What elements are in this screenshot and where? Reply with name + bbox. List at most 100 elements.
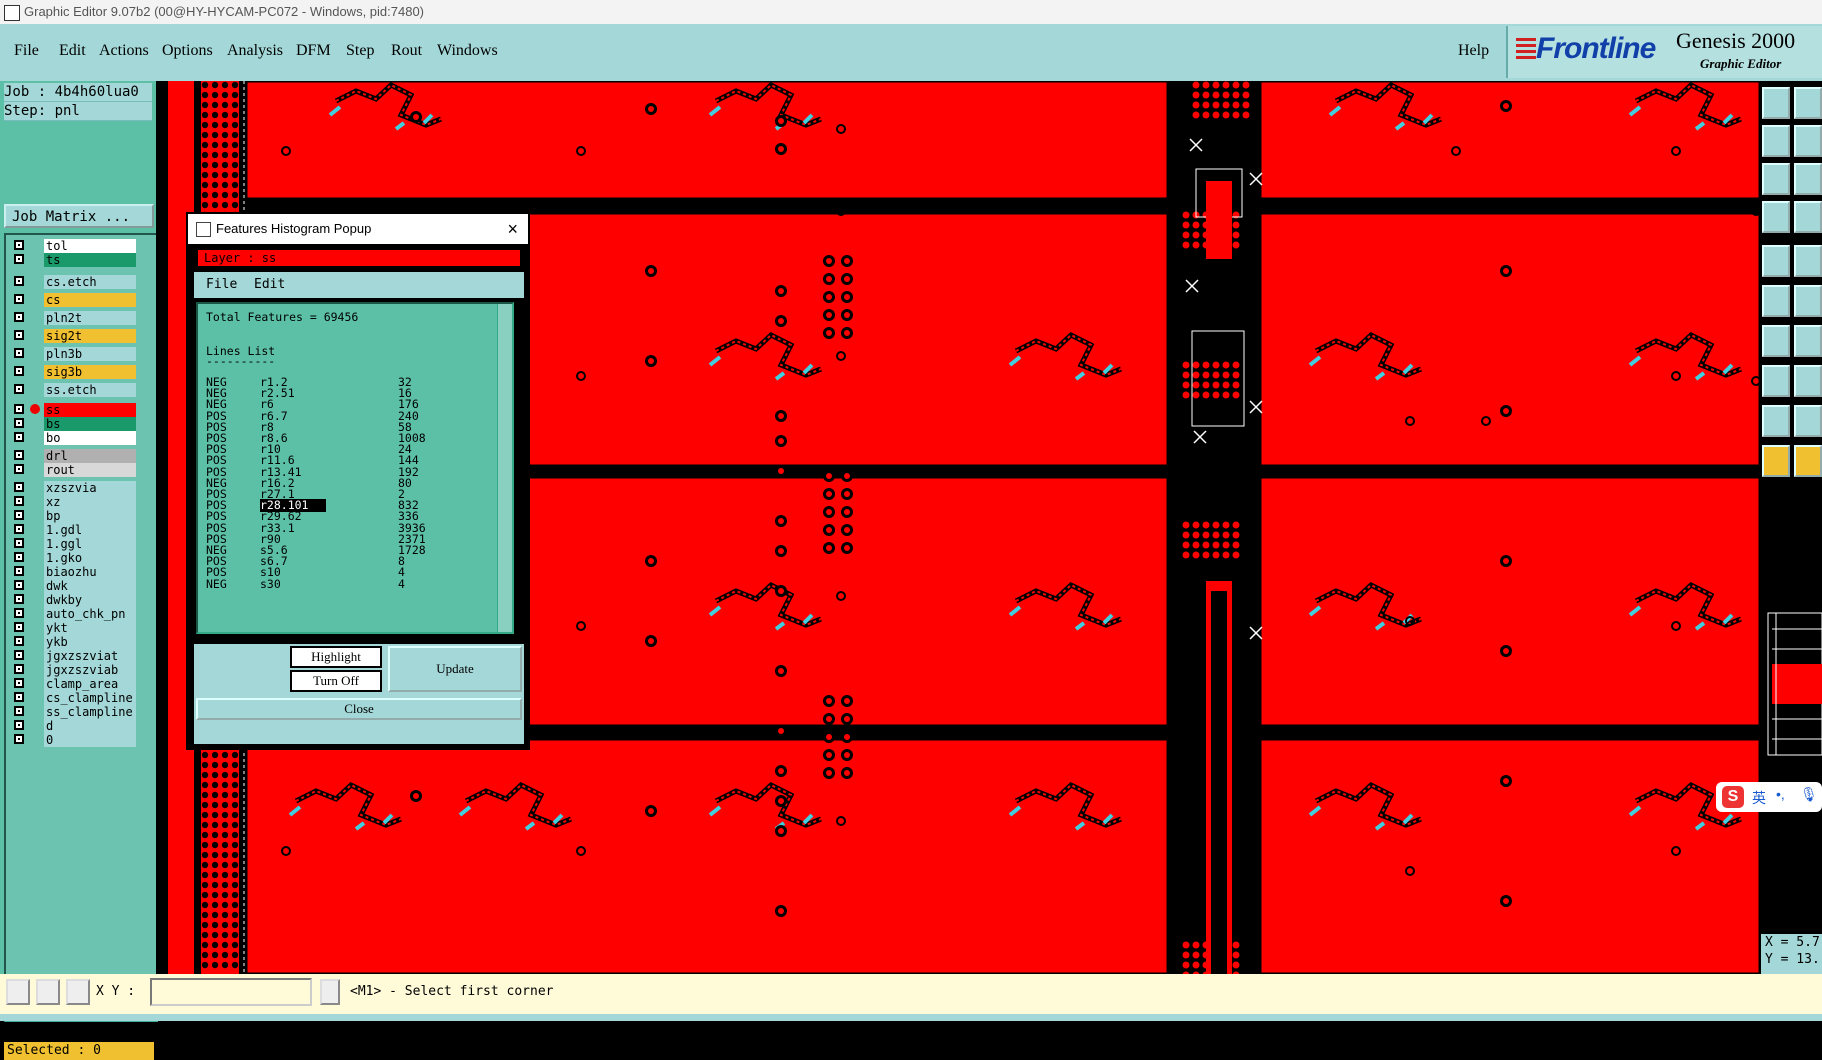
layer-checkbox[interactable] — [14, 552, 24, 562]
shapes-icon[interactable] — [1762, 365, 1790, 397]
update-button[interactable]: Update — [388, 646, 522, 692]
layer-checkbox[interactable] — [14, 366, 24, 376]
layer-row[interactable]: d — [10, 719, 154, 733]
layer-checkbox[interactable] — [14, 692, 24, 702]
select-arrow-alt-icon[interactable] — [1794, 445, 1822, 477]
layer-checkbox[interactable] — [14, 608, 24, 618]
layer-checkbox[interactable] — [14, 538, 24, 548]
layer-row[interactable]: auto_chk_pn — [10, 607, 154, 621]
list-vertical-scrollbar[interactable] — [497, 304, 512, 632]
turn-off-button[interactable]: Turn Off — [290, 670, 382, 692]
popup-close-icon[interactable]: × — [507, 214, 518, 244]
layer-row[interactable]: ykt — [10, 621, 154, 635]
pan-icon[interactable] — [1762, 125, 1790, 157]
menu-analysis[interactable]: Analysis — [227, 42, 283, 60]
close-button[interactable]: Close — [196, 698, 522, 720]
zoom-home-icon[interactable] — [1762, 87, 1790, 119]
xy-input[interactable] — [150, 978, 312, 1006]
highlight-button[interactable]: Highlight — [290, 646, 382, 668]
layer-checkbox[interactable] — [14, 348, 24, 358]
layer-checkbox[interactable] — [14, 678, 24, 688]
grid-icon[interactable] — [66, 979, 90, 1005]
select-arrow-icon[interactable] — [1762, 445, 1790, 477]
layer-checkbox[interactable] — [14, 330, 24, 340]
snap-icon[interactable] — [1762, 245, 1790, 277]
layer-checkbox[interactable] — [14, 432, 24, 442]
layer-row[interactable]: rout — [10, 463, 154, 477]
angle-icon[interactable] — [1762, 325, 1790, 357]
menu-actions[interactable]: Actions — [99, 42, 149, 60]
layer-checkbox[interactable] — [14, 240, 24, 250]
layer-row[interactable]: sig3b — [10, 365, 154, 379]
layer-row[interactable]: bs — [10, 417, 154, 431]
layer-row[interactable]: drl — [10, 449, 154, 463]
layer-row[interactable]: ykb — [10, 635, 154, 649]
layer-row[interactable]: dwk — [10, 579, 154, 593]
layer-row[interactable]: xz — [10, 495, 154, 509]
layer-checkbox[interactable] — [14, 450, 24, 460]
layer-row[interactable]: pln3b — [10, 347, 154, 361]
layer-row[interactable]: biaozhu — [10, 565, 154, 579]
layer-row[interactable]: cs — [10, 293, 154, 307]
layer-row[interactable]: bp — [10, 509, 154, 523]
job-matrix-button[interactable]: Job Matrix ... — [4, 204, 154, 228]
triangle-icon[interactable] — [1762, 405, 1790, 437]
layer-checkbox[interactable] — [14, 622, 24, 632]
layer-checkbox[interactable] — [14, 312, 24, 322]
layer-row[interactable]: pln2t — [10, 311, 154, 325]
menu-edit[interactable]: Edit — [59, 42, 86, 60]
layer-row[interactable]: xzszvia — [10, 481, 154, 495]
zoom-window-icon[interactable] — [1794, 87, 1822, 119]
layer-row[interactable]: jgxzszviat — [10, 649, 154, 663]
zoom-in-icon[interactable] — [1794, 163, 1822, 195]
layer-checkbox[interactable] — [14, 566, 24, 576]
measure-icon[interactable] — [1794, 245, 1822, 277]
layer-checkbox[interactable] — [14, 294, 24, 304]
layer-row[interactable]: 0 — [10, 733, 154, 747]
feature-row[interactable]: NEG s30 4 — [206, 577, 476, 591]
zoom-area-icon[interactable] — [1794, 125, 1822, 157]
layer-checkbox[interactable] — [14, 254, 24, 264]
layer-row[interactable]: clamp_area — [10, 677, 154, 691]
layer-checkbox[interactable] — [14, 594, 24, 604]
cross-icon[interactable] — [1794, 285, 1822, 317]
layer-checkbox[interactable] — [14, 720, 24, 730]
layer-checkbox[interactable] — [14, 384, 24, 394]
mode-icon-2[interactable] — [36, 979, 60, 1005]
layer-checkbox[interactable] — [14, 464, 24, 474]
mode-icon-1[interactable] — [6, 979, 30, 1005]
layer-row[interactable]: ss_clampline — [10, 705, 154, 719]
menu-windows[interactable]: Windows — [437, 42, 498, 60]
menu-help[interactable]: Help — [1458, 42, 1489, 60]
menu-options[interactable]: Options — [162, 42, 213, 60]
layer-checkbox[interactable] — [14, 510, 24, 520]
layer-row[interactable]: tol — [10, 239, 154, 253]
layer-checkbox[interactable] — [14, 524, 24, 534]
layer-row[interactable]: dwkby — [10, 593, 154, 607]
ime-toolbar[interactable]: S 英 •, 🎙 — [1716, 782, 1822, 812]
layer-row[interactable]: 1.ggl — [10, 537, 154, 551]
layer-checkbox[interactable] — [14, 734, 24, 744]
minus-icon[interactable] — [1794, 365, 1822, 397]
redraw-icon[interactable] — [1762, 201, 1790, 233]
line-icon[interactable] — [1794, 325, 1822, 357]
refresh-icon[interactable] — [1794, 201, 1822, 233]
layer-row[interactable]: ts — [10, 253, 154, 267]
slope-icon[interactable] — [1794, 405, 1822, 437]
connect-icon[interactable] — [1762, 285, 1790, 317]
menu-rout[interactable]: Rout — [391, 42, 422, 60]
layer-checkbox[interactable] — [14, 650, 24, 660]
layer-row[interactable]: cs.etch — [10, 275, 154, 289]
layer-row[interactable]: sig2t — [10, 329, 154, 343]
layer-row[interactable]: 1.gko — [10, 551, 154, 565]
layer-checkbox[interactable] — [14, 496, 24, 506]
layer-row[interactable]: cs_clampline — [10, 691, 154, 705]
layer-checkbox[interactable] — [14, 482, 24, 492]
layer-row[interactable]: ss.etch — [10, 383, 154, 397]
overview-map[interactable] — [1762, 609, 1822, 759]
cursor-mode-icon[interactable] — [320, 979, 340, 1005]
popup-menu-file[interactable]: File — [206, 272, 237, 298]
layer-row[interactable]: 1.gdl — [10, 523, 154, 537]
layer-checkbox[interactable] — [14, 636, 24, 646]
fit-screen-icon[interactable] — [1762, 163, 1790, 195]
